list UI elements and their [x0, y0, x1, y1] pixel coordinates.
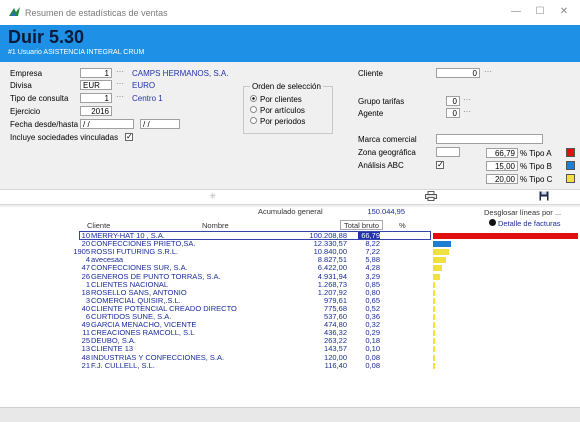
tipo-b-label: % Tipo B [520, 162, 553, 171]
radio-por-articulos-label: Por artículos [260, 106, 305, 115]
grupo-tarifas-label: Grupo tarifas [358, 97, 405, 106]
agente-field[interactable]: 0 [446, 108, 460, 118]
fecha-desde-field[interactable]: / / [80, 119, 134, 129]
pct-bar [433, 249, 449, 256]
cliente-label: Cliente [358, 69, 383, 78]
pct-bar [433, 338, 435, 345]
pct-bar [433, 305, 435, 312]
analisis-abc-checkbox[interactable]: ✓ [436, 161, 444, 169]
zona-geografica-field[interactable] [436, 147, 460, 157]
tipo-consulta-name: Centro 1 [132, 94, 163, 103]
selected-row-outline [79, 231, 431, 240]
fecha-label: Fecha desde/hasta [10, 120, 79, 129]
tipo-c-label: % Tipo C [520, 175, 553, 184]
tipo-a-color-swatch[interactable] [566, 148, 575, 157]
status-bar [0, 407, 580, 422]
pct-bar [433, 322, 435, 329]
pct-bar [433, 330, 435, 337]
pct-bar [433, 233, 578, 239]
divisa-name: EURO [132, 81, 156, 90]
tipo-consulta-label: Tipo de consulta [10, 94, 69, 103]
tipo-a-pct-field[interactable]: 66,79 [486, 148, 518, 158]
empresa-name: CAMPS HERMANOS, S.A. [132, 69, 229, 78]
grupo-tarifas-lookup-button[interactable]: ⋯ [463, 95, 471, 105]
pct-bar [433, 281, 435, 288]
empresa-code-field[interactable]: 1 [80, 68, 112, 78]
pct-bar [433, 314, 435, 320]
radio-por-periodos-label: Por periodos [260, 117, 306, 126]
save-icon[interactable] [539, 191, 549, 201]
col-nombre-header[interactable]: Nombre [202, 221, 229, 230]
cell-nombre: F.J. CULLELL, S.L. [91, 360, 155, 370]
app-header: Duir 5.30 #1 Usuario ASISTENCIA INTEGRAL… [0, 25, 580, 62]
agente-lookup-button[interactable]: ⋯ [463, 107, 471, 117]
spinner-icon: ✳ [209, 191, 217, 201]
divisa-lookup-button[interactable]: ⋯ [116, 79, 124, 89]
incluye-vinculadas-label: Incluye sociedades vinculadas [10, 133, 119, 142]
pct-bar [433, 257, 446, 264]
cliente-field[interactable]: 0 [436, 68, 480, 78]
detalle-facturas-radio[interactable] [489, 219, 496, 226]
agente-label: Agente [358, 109, 384, 118]
fecha-hasta-field[interactable]: / / [140, 119, 180, 129]
incluye-vinculadas-checkbox[interactable]: ✓ [125, 133, 133, 141]
col-bruto-header: Total bruto [344, 221, 380, 230]
pct-bar [433, 265, 442, 272]
col-cliente-header[interactable]: Cliente [87, 221, 110, 230]
radio-por-clientes-label: Por clientes [260, 95, 302, 104]
marca-comercial-field[interactable] [436, 134, 543, 144]
tipo-b-pct-field[interactable]: 15,00 [486, 161, 518, 171]
orden-seleccion-label: Orden de selección [250, 82, 323, 91]
grupo-tarifas-field[interactable]: 0 [446, 96, 460, 106]
window-title: Resumen de estadísticas de ventas [25, 8, 168, 18]
pct-bar [433, 362, 435, 369]
zona-geografica-label: Zona geográfica [358, 148, 416, 157]
cell-pct: 0,08 [365, 360, 380, 370]
radio-por-articulos[interactable] [250, 106, 257, 113]
divisa-label: Divisa [10, 81, 32, 90]
maximize-button[interactable]: ☐ [532, 5, 548, 19]
detalle-facturas-label[interactable]: Detalle de facturas [498, 219, 561, 228]
pct-bar [433, 289, 435, 296]
divisa-code-field[interactable]: EUR [80, 80, 112, 90]
cell-cliente: 21 [81, 360, 90, 370]
pct-bar [433, 241, 451, 248]
pct-bar [433, 273, 440, 280]
cliente-lookup-button[interactable]: ⋯ [484, 67, 492, 77]
app-logo-icon [9, 7, 20, 16]
marca-comercial-label: Marca comercial [358, 135, 417, 144]
ejercicio-field[interactable]: 2016 [80, 106, 112, 116]
close-button[interactable]: ✕ [556, 5, 572, 19]
pct-bar [433, 297, 435, 304]
acumulado-label: Acumulado general [258, 207, 323, 216]
printer-icon[interactable] [425, 191, 437, 201]
user-info: #1 Usuario ASISTENCIA INTEGRAL CRUM [8, 49, 145, 56]
table-row[interactable]: 21 F.J. CULLELL, S.L. 116,40 0,08 [0, 360, 580, 370]
radio-por-clientes[interactable] [250, 95, 257, 102]
tipo-c-pct-field[interactable]: 20,00 [486, 174, 518, 184]
col-pct-header[interactable]: % [399, 221, 406, 230]
tipo-a-label: % Tipo A [520, 149, 552, 158]
tipo-b-color-swatch[interactable] [566, 161, 575, 170]
pct-bar [433, 346, 435, 353]
empresa-label: Empresa [10, 69, 43, 78]
app-version-title: Duir 5.30 [8, 27, 85, 47]
toolbar [0, 189, 580, 205]
tipo-c-color-swatch[interactable] [566, 174, 575, 183]
tipo-consulta-field[interactable]: 1 [80, 93, 112, 103]
analisis-abc-label: Análisis ABC [358, 161, 404, 170]
pct-bar [433, 354, 435, 361]
empresa-lookup-button[interactable]: ⋯ [116, 67, 124, 77]
ejercicio-label: Ejercicio [10, 107, 41, 116]
desglosar-label: Desglosar líneas por ... [484, 208, 562, 217]
acumulado-value: 150.044,95 [367, 207, 405, 216]
minimize-button[interactable]: — [508, 5, 524, 19]
cell-total-bruto: 116,40 [324, 360, 347, 370]
radio-por-periodos[interactable] [250, 117, 257, 124]
title-bar: Resumen de estadísticas de ventas — ☐ ✕ [0, 0, 580, 26]
tipo-consulta-lookup-button[interactable]: ⋯ [116, 92, 124, 102]
